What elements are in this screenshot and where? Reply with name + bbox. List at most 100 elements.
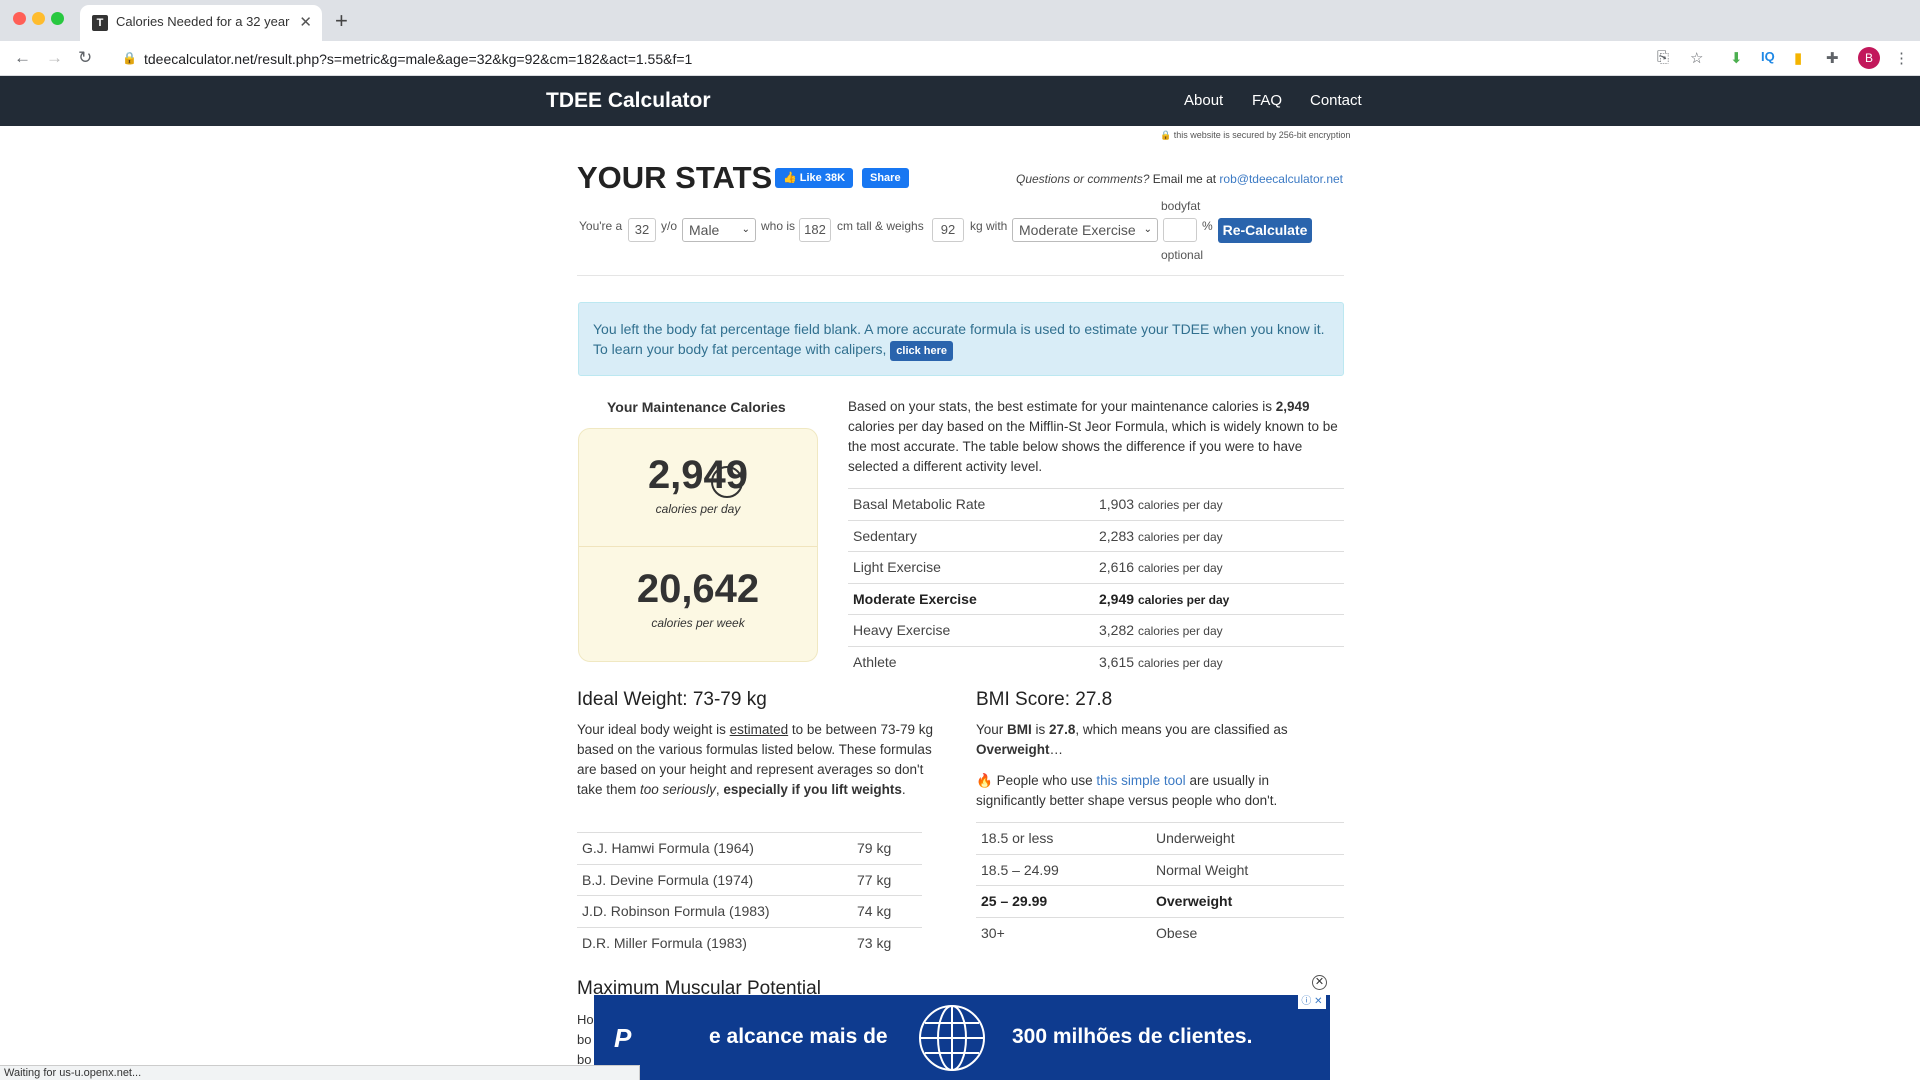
table-row: 30+ Obese — [976, 916, 1344, 949]
bookmark-star-icon[interactable]: ☆ — [1690, 49, 1703, 67]
ad-text: 300 milhões de clientes. — [1012, 1025, 1253, 1048]
table-row: Basal Metabolic Rate 1,903 calories per d… — [848, 488, 1344, 520]
table-row-selected: Moderate Exercise 2,949 calories per day — [848, 582, 1344, 615]
email-link[interactable]: rob@tdeecalculator.net — [1219, 172, 1343, 186]
activity-select[interactable]: Moderate Exercise ⌄ — [1012, 218, 1158, 242]
table-row: G.J. Hamwi Formula (1964) 79 kg — [577, 832, 922, 864]
alert-text: You left the body fat percentage field b… — [593, 321, 1325, 357]
form-label-kg: kg with — [970, 219, 1008, 233]
recalculate-button[interactable]: Re-Calculate — [1218, 218, 1312, 243]
maintenance-description: Based on your stats, the best estimate f… — [848, 399, 1338, 474]
lock-icon: 🔒 — [122, 51, 137, 65]
calories-per-day: 2,949 — [647, 453, 749, 497]
close-tab-icon[interactable]: ✕ — [299, 13, 312, 31]
menu-dots-icon[interactable]: ⋮ — [1894, 49, 1909, 67]
percent-label: % — [1202, 219, 1213, 233]
form-label-youre: You're a — [579, 219, 623, 233]
page-title: YOUR STATS — [577, 160, 773, 195]
site-header: TDEE Calculator About FAQ Contact — [0, 76, 1920, 126]
table-row: Athlete 3,615 calories per day — [848, 645, 1344, 678]
partial-text: bo — [577, 1032, 592, 1047]
bmi-title: BMI Score: 27.8 — [976, 689, 1113, 710]
table-row: J.D. Robinson Formula (1983) 74 kg — [577, 895, 922, 927]
table-row: Light Exercise 2,616 calories per day — [848, 551, 1344, 583]
weight-input[interactable]: 92 — [932, 218, 964, 242]
bmi-tool-text: 🔥 People who use this simple tool are us… — [976, 773, 1278, 808]
gender-select[interactable]: Male ⌄ — [682, 218, 756, 242]
new-tab-button[interactable]: + — [335, 8, 348, 34]
globe-icon — [919, 1005, 985, 1071]
mouse-cursor-icon — [711, 466, 743, 498]
calories-box: 2,949 calories per day 20,642 calories p… — [578, 428, 818, 662]
bmi-table: 18.5 or less Underweight 18.5 – 24.99 Norm… — [976, 822, 1344, 949]
nav-about[interactable]: About — [1184, 92, 1223, 109]
table-row: 18.5 or less Underweight — [976, 822, 1344, 854]
facebook-share-button[interactable]: Share — [862, 168, 909, 188]
partial-text: Ho — [577, 1012, 594, 1027]
url-text: tdeecalculator.net/result.php?s=metric&g… — [144, 51, 693, 67]
activity-table: Basal Metabolic Rate 1,903 calories per d… — [848, 488, 1344, 678]
calipers-click-here-button[interactable]: click here — [890, 341, 954, 361]
calories-per-week-label: calories per week — [651, 616, 745, 630]
address-bar[interactable]: 🔒 tdeecalculator.net/result.php?s=metric… — [110, 45, 1660, 73]
calories-per-day-label: calories per day — [655, 502, 741, 516]
nav-contact[interactable]: Contact — [1310, 92, 1362, 109]
secured-notice: 🔒 this website is secured by 256-bit enc… — [1160, 130, 1351, 140]
profile-avatar[interactable]: B — [1858, 47, 1880, 69]
reload-icon[interactable]: ↻ — [78, 48, 92, 68]
maximize-window-button[interactable] — [51, 12, 64, 25]
optional-label: optional — [1161, 248, 1204, 262]
extensions-puzzle-icon[interactable]: ✚ — [1826, 49, 1839, 67]
table-row-selected: 25 – 29.99 Overweight — [976, 885, 1344, 917]
ad-text: e alcance mais de — [709, 1025, 888, 1048]
ideal-weight-text: Your ideal body weight is estimated to b… — [577, 722, 933, 797]
translate-icon[interactable]: ⎘ — [1657, 49, 1669, 66]
maintenance-title: Your Maintenance Calories — [607, 399, 786, 415]
facebook-like-button[interactable]: 👍 Like 38K — [775, 168, 854, 188]
minimize-window-button[interactable] — [32, 12, 45, 25]
bodyfat-alert: You left the body fat percentage field b… — [578, 302, 1344, 376]
nav-faq[interactable]: FAQ — [1252, 92, 1282, 109]
fire-icon: 🔥 — [976, 773, 993, 788]
table-row: Sedentary 2,283 calories per day — [848, 519, 1344, 552]
ideal-weight-table: G.J. Hamwi Formula (1964) 79 kg B.J. Devi… — [577, 832, 922, 959]
table-row: B.J. Devine Formula (1974) 77 kg — [577, 863, 922, 896]
contact-note: Questions or comments? Email me at rob@t… — [1016, 172, 1344, 186]
browser-toolbar: ← → ↻ 🔒 tdeecalculator.net/result.php?s=… — [0, 41, 1920, 76]
ideal-weight-title: Ideal Weight: 73-79 kg — [577, 689, 767, 710]
chevron-down-icon: ⌄ — [1143, 224, 1152, 235]
table-row: Heavy Exercise 3,282 calories per day — [848, 614, 1344, 646]
paypal-ad-banner[interactable]: P e alcance mais de 300 milhões de clien… — [594, 995, 1330, 1080]
bodyfat-input[interactable] — [1163, 218, 1197, 242]
extension-badge-icon[interactable]: ▮ — [1794, 49, 1802, 67]
paypal-logo-icon: P — [614, 1023, 632, 1053]
form-label-cm: cm tall & weighs — [837, 219, 924, 233]
back-icon[interactable]: ← — [14, 48, 31, 68]
favicon-icon: T — [92, 15, 108, 31]
simple-tool-link[interactable]: this simple tool — [1096, 773, 1185, 788]
height-input[interactable]: 182 — [799, 218, 831, 242]
extension-iq-icon[interactable]: IQ — [1761, 49, 1775, 64]
site-brand[interactable]: TDEE Calculator — [546, 89, 711, 113]
extension-download-icon[interactable]: ⬇ — [1730, 49, 1743, 67]
estimated-link[interactable]: estimated — [730, 722, 789, 737]
browser-tab-bar: T Calories Needed for a 32 year ✕ + — [0, 0, 1920, 41]
close-window-button[interactable] — [13, 12, 26, 25]
browser-tab[interactable]: T Calories Needed for a 32 year ✕ — [80, 5, 322, 41]
forward-icon[interactable]: → — [46, 48, 63, 68]
browser-status-bar: Waiting for us-u.openx.net... — [0, 1065, 640, 1080]
bmi-text: Your BMI is 27.8, which means you are cl… — [976, 722, 1288, 757]
table-row: D.R. Miller Formula (1983) 73 kg — [577, 926, 922, 959]
divider — [577, 275, 1344, 276]
table-row: 18.5 – 24.99 Normal Weight — [976, 853, 1344, 886]
tab-title: Calories Needed for a 32 year — [116, 14, 290, 29]
age-input[interactable]: 32 — [628, 218, 656, 242]
form-label-yo: y/o — [661, 219, 678, 233]
form-label-whois: who is — [761, 219, 796, 233]
divider — [579, 546, 817, 547]
calories-per-week: 20,642 — [636, 567, 760, 611]
ad-close-icon[interactable]: ✕ — [1312, 975, 1327, 990]
chevron-down-icon: ⌄ — [741, 224, 750, 235]
ad-info-icon[interactable]: ⓘ ✕ — [1298, 995, 1326, 1009]
bodyfat-label: bodyfat — [1161, 199, 1201, 213]
